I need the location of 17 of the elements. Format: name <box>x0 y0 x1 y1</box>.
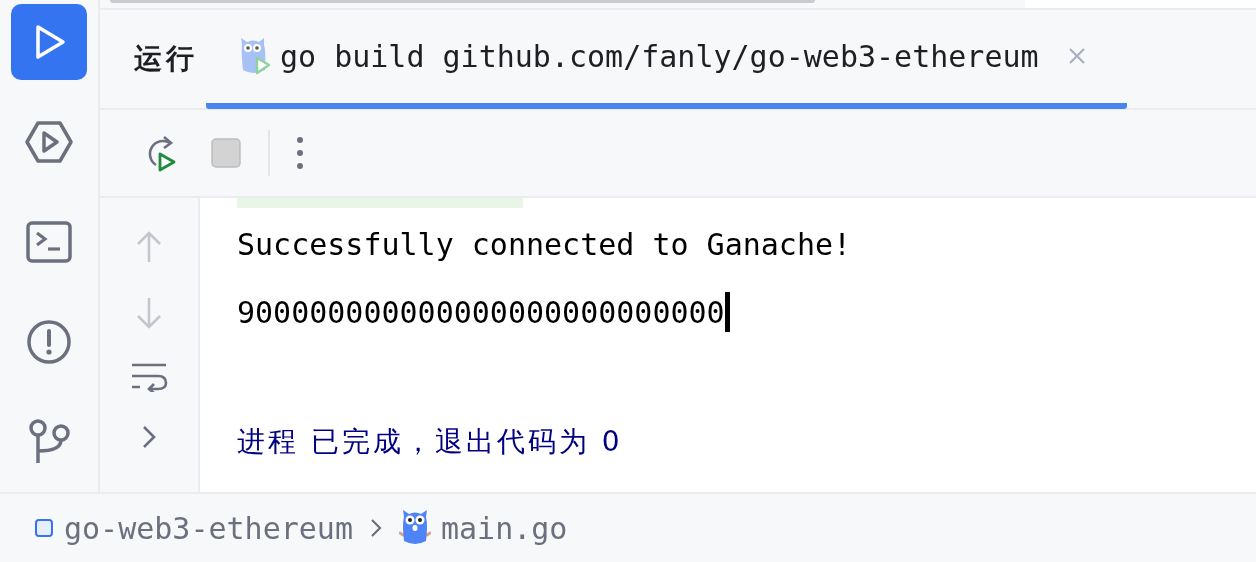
module-icon <box>34 518 54 538</box>
services-icon <box>24 120 74 164</box>
chevron-icon <box>369 517 383 539</box>
exit-message: 进程 已完成，退出代码为 0 <box>237 424 623 460</box>
run-tab[interactable]: go build github.com/fanly/go-web3-ethereum <box>206 9 1127 109</box>
gopher-icon <box>399 509 431 547</box>
console-output: 900000000000000000000000000 <box>237 294 725 330</box>
more-icon <box>296 136 304 170</box>
problems-icon <box>26 319 72 365</box>
run-button[interactable] <box>11 4 87 80</box>
panel-title: 运行 <box>134 41 198 77</box>
scrollbar[interactable] <box>110 0 815 3</box>
breadcrumb[interactable]: main.go <box>399 509 568 547</box>
breadcrumb[interactable]: go-web3-ethereum <box>34 510 353 546</box>
git-branch-icon <box>28 419 70 465</box>
console-output: Successfully connected to Ganache! <box>237 226 852 262</box>
terminal-icon <box>26 221 72 263</box>
